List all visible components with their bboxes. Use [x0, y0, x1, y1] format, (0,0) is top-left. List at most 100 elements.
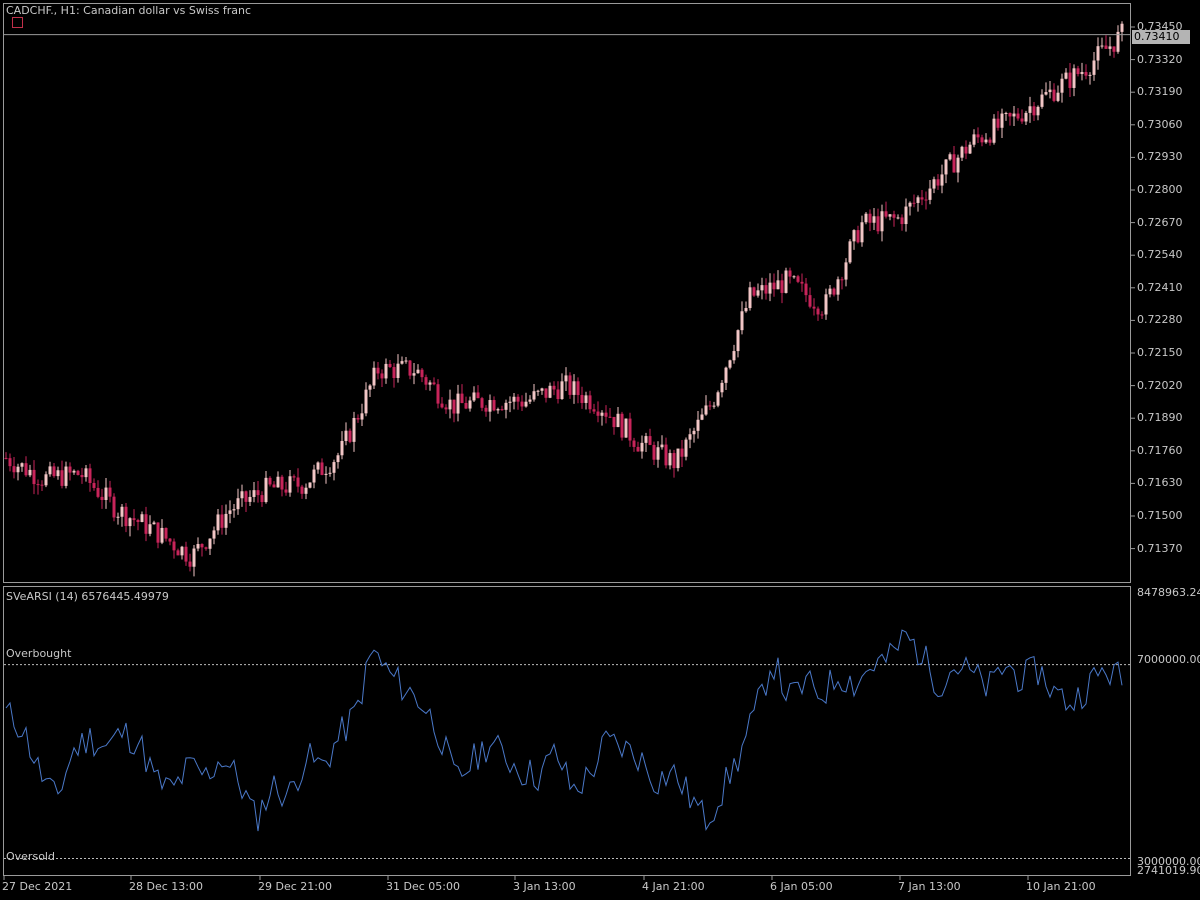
candle-body	[76, 470, 80, 476]
candle-body	[416, 369, 420, 374]
candle-body	[340, 441, 344, 456]
candle-body	[740, 311, 744, 331]
candle-body	[592, 409, 596, 412]
candle-body	[1056, 92, 1060, 101]
candle-body	[576, 381, 580, 396]
candle-body	[904, 206, 908, 225]
time-axis-label: 29 Dec 21:00	[258, 880, 332, 893]
candle-body	[896, 217, 900, 219]
candle-body	[24, 463, 28, 476]
candle-body	[264, 477, 268, 503]
candle-body	[608, 416, 612, 418]
candle-body	[476, 392, 480, 399]
candle-body	[372, 367, 376, 386]
candle-body	[672, 453, 676, 469]
candle-body	[408, 360, 412, 376]
candle-body	[1044, 92, 1048, 95]
candle-body	[628, 418, 632, 441]
chart-title: CADCHF., H1: Canadian dollar vs Swiss fr…	[6, 4, 252, 17]
candle-body	[588, 395, 592, 410]
candle-body	[32, 469, 36, 485]
price-scale-label: 0.72930	[1137, 150, 1183, 164]
candle-body	[996, 118, 1000, 128]
candle-body	[616, 413, 620, 428]
candle-body	[508, 401, 512, 403]
candle-body	[48, 466, 52, 475]
candle-body	[716, 392, 720, 406]
candle-body	[460, 393, 464, 404]
candle-body	[440, 403, 444, 408]
candle-body	[808, 295, 812, 307]
candle-body	[60, 470, 64, 486]
candle-body	[800, 281, 804, 284]
price-scale-label: 0.73190	[1137, 85, 1183, 99]
candle-body	[820, 314, 824, 316]
candle-body	[988, 139, 992, 143]
candle-body	[1000, 113, 1004, 128]
candle-body	[812, 306, 816, 309]
candle-body	[136, 520, 140, 522]
chart-marker-icon	[12, 17, 23, 28]
candle-body	[852, 230, 856, 242]
candle-body	[192, 548, 196, 567]
candle-body	[1068, 72, 1072, 88]
candle-body	[148, 524, 152, 534]
candle-body	[404, 360, 408, 362]
candle-body	[784, 270, 788, 293]
candle-body	[1064, 72, 1068, 79]
candle-body	[916, 197, 920, 203]
candle-body	[624, 418, 628, 438]
candle-body	[532, 391, 536, 400]
candle-body	[8, 458, 12, 467]
candle-body	[792, 276, 796, 278]
price-scale-label: 0.71500	[1137, 509, 1183, 522]
candle-body	[1072, 68, 1076, 88]
candle-body	[712, 405, 716, 407]
candle-body	[952, 154, 956, 173]
candle-body	[828, 288, 832, 295]
candle-body	[436, 384, 440, 404]
candle-body	[236, 498, 240, 510]
candle-body	[816, 308, 820, 315]
price-scale-label: 0.72280	[1137, 313, 1183, 327]
candle-body	[316, 462, 320, 470]
candle-body	[96, 487, 100, 497]
candle-body	[208, 538, 212, 549]
candle-body	[28, 469, 32, 476]
candle-body	[200, 544, 204, 548]
candle-body	[528, 399, 532, 402]
candle-body	[36, 484, 40, 486]
candle-body	[868, 213, 872, 223]
candle-body	[1052, 89, 1056, 101]
candle-body	[824, 294, 828, 315]
candle-body	[260, 495, 264, 503]
candle-body	[596, 411, 600, 416]
candle-body	[472, 392, 476, 401]
candle-body	[924, 199, 928, 201]
candle-body	[184, 546, 188, 562]
candle-body	[352, 418, 356, 442]
candle-body	[396, 363, 400, 378]
candle-body	[444, 407, 448, 410]
candle-body	[604, 412, 608, 417]
candle-body	[876, 216, 880, 232]
candle-body	[976, 134, 980, 138]
candle-body	[612, 417, 616, 428]
candle-body	[1120, 23, 1124, 32]
candle-body	[840, 279, 844, 281]
candle-body	[1024, 112, 1028, 122]
candle-body	[144, 514, 148, 534]
candle-body	[620, 413, 624, 438]
candle-body	[1008, 113, 1012, 117]
candle-body	[696, 419, 700, 431]
candle-body	[640, 442, 644, 452]
candle-body	[1096, 46, 1100, 61]
candle-body	[560, 381, 564, 400]
candle-body	[920, 197, 924, 200]
candle-body	[356, 418, 360, 420]
candle-body	[180, 546, 184, 556]
price-scale-label: 0.71630	[1137, 476, 1183, 490]
candle-body	[872, 216, 876, 223]
candle-body	[68, 466, 72, 473]
candle-body	[972, 134, 976, 145]
